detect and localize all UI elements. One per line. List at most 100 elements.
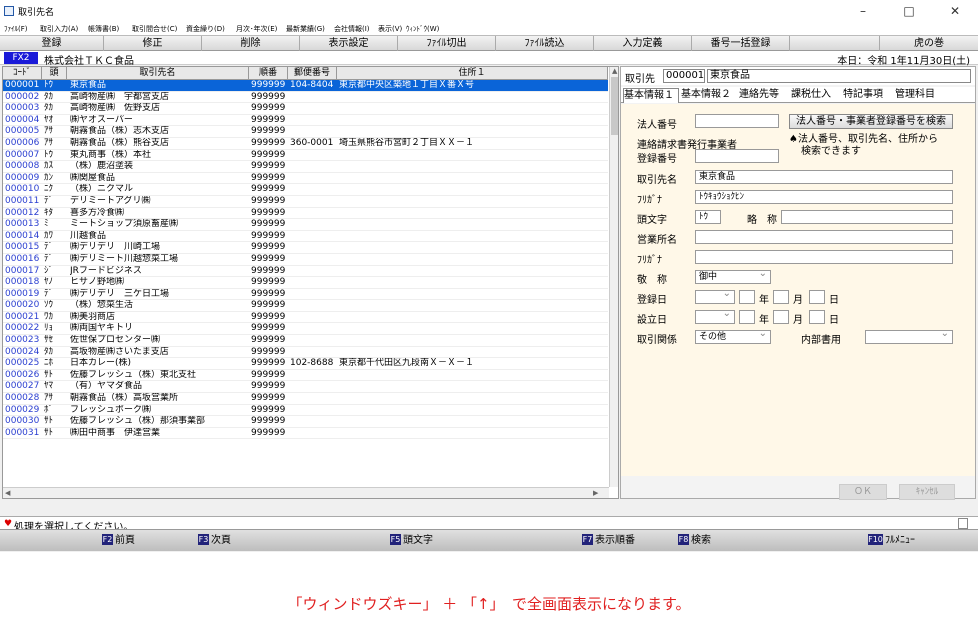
scroll-right-icon[interactable]: ▶ <box>593 489 598 497</box>
table-row[interactable]: 000024 ﾀｶ 高坂物産㈱さいたま支店 999999 <box>3 347 608 359</box>
table-row[interactable]: 000031 ｻﾄ ㈱田中商事 伊達営業 999999 <box>3 428 608 440</box>
tab-basic-info-1[interactable]: 基本情報１ <box>623 88 679 103</box>
initial-input[interactable]: ﾄｳ <box>695 210 721 224</box>
branch-name-input[interactable] <box>695 230 953 244</box>
table-row[interactable]: 000021 ﾜｶ ㈱美羽商店 999999 <box>3 312 608 324</box>
established-era-select[interactable] <box>695 310 735 324</box>
delete-button[interactable]: 削除 <box>202 36 300 51</box>
table-row[interactable]: 000003 ﾀｶ 高崎物産㈱ 佐野支店 999999 <box>3 103 608 115</box>
short-name-input[interactable] <box>781 210 953 224</box>
edit-button[interactable]: 修正 <box>104 36 202 51</box>
registration-day-input[interactable] <box>809 290 825 304</box>
ok-button[interactable]: ＯＫ <box>839 484 887 500</box>
tab-basic-info-2[interactable]: 基本情報２ <box>681 88 737 103</box>
tab-contacts[interactable]: 連絡先等 <box>739 88 789 103</box>
table-row[interactable]: 000025 ﾆﾎ 日本カレー(株) 999999 102-8688 東京都千代田区九段南… <box>3 358 608 370</box>
client-name-input[interactable]: 東京食品 <box>695 170 953 184</box>
menu-performance[interactable]: 最新業績(G) <box>286 24 325 34</box>
tab-special-notes[interactable]: 特記事項 <box>843 88 893 103</box>
table-row[interactable]: 000005 ｱｻ 朝霧食品（株）志木支店 999999 <box>3 126 608 138</box>
column-header-name[interactable]: 取引先名 <box>67 67 249 80</box>
established-month-input[interactable] <box>773 310 789 324</box>
minimize-button[interactable]: – <box>848 2 878 20</box>
detail-code-field[interactable]: 000001 <box>663 69 705 83</box>
table-row[interactable]: 000001 ﾄｳ 東京食品 999999 104-8404 東京都中央区築地１丁目Ｘ番Ｘ… <box>3 80 608 92</box>
grid-vertical-scrollbar[interactable]: ▲ <box>609 67 618 487</box>
table-row[interactable]: 000012 ｷﾀ 喜多方冷食㈱ 999999 <box>3 208 608 220</box>
f2-prev-page-button[interactable]: F2 前頁 <box>102 533 135 548</box>
menu-cashflow[interactable]: 資金繰り(D) <box>186 24 225 34</box>
display-settings-button[interactable]: 表示設定 <box>300 36 398 51</box>
close-button[interactable]: ✕ <box>940 2 970 20</box>
menu-file[interactable]: ﾌｧｲﾙ(F) <box>4 24 28 34</box>
scroll-up-icon[interactable]: ▲ <box>612 67 617 75</box>
tab-management-items[interactable]: 管理科目 <box>895 88 951 103</box>
table-row[interactable]: 000008 ｶｽ （株）鹿沼塗装 999999 <box>3 161 608 173</box>
f10-full-menu-button[interactable]: F10 ﾌﾙﾒﾆｭｰ <box>868 533 915 548</box>
table-row[interactable]: 000023 ｻｾ 佐世保プロセンター㈱ 999999 <box>3 335 608 347</box>
table-row[interactable]: 000019 ﾃﾞ ㈱デリデリ 三ケ日工場 999999 <box>3 289 608 301</box>
column-header-zip[interactable]: 郵便番号 <box>288 67 337 80</box>
toolbar-blank-button[interactable] <box>790 36 880 51</box>
internal-use-select[interactable] <box>865 330 953 344</box>
file-export-button[interactable]: ﾌｧｲﾙ切出 <box>398 36 496 51</box>
menu-window[interactable]: ｳｨﾝﾄﾞｳ(W) <box>406 24 439 34</box>
table-row[interactable]: 000028 ｱｻ 朝霧食品（株）高坂営業所 999999 <box>3 393 608 405</box>
f5-initial-button[interactable]: F5 頭文字 <box>390 533 433 548</box>
table-row[interactable]: 000027 ﾔﾏ （有）ヤマダ食品 999999 <box>3 381 608 394</box>
menu-entry[interactable]: 取引入力(A) <box>40 24 78 34</box>
tab-taxable-purchase[interactable]: 課税仕入 <box>791 88 841 103</box>
table-row[interactable]: 000020 ｿｳ （株）惣菜生活 999999 <box>3 300 608 312</box>
table-row[interactable]: 000030 ｻﾄ 佐藤フレッシュ（株）那須事業部 999999 <box>3 416 608 428</box>
menu-monthly[interactable]: 月次･年次(E) <box>236 24 277 34</box>
menu-view[interactable]: 表示(V) <box>378 24 402 34</box>
established-year-input[interactable] <box>739 310 755 324</box>
register-button[interactable]: 登録 <box>0 36 104 51</box>
grid-horizontal-scrollbar[interactable]: ◀ ▶ <box>3 487 609 498</box>
kana-input[interactable]: ﾄｳｷｮｳｼｮｸﾋﾝ <box>695 190 953 204</box>
file-import-button[interactable]: ﾌｧｲﾙ読込 <box>496 36 594 51</box>
cancel-button[interactable]: ｷｬﾝｾﾙ <box>899 484 955 500</box>
f8-search-button[interactable]: F8 検索 <box>678 533 711 548</box>
registration-era-select[interactable] <box>695 290 735 304</box>
f7-display-order-button[interactable]: F7 表示順番 <box>582 533 635 548</box>
bulk-number-register-button[interactable]: 番号一括登録 <box>692 36 790 51</box>
column-header-initial[interactable]: 頭 <box>42 67 67 80</box>
column-header-order[interactable]: 順番 <box>249 67 288 80</box>
relationship-select[interactable]: その他 <box>695 330 771 344</box>
table-row[interactable]: 000013 ﾐ ミートショップ須原畜産㈱ 999999 <box>3 219 608 231</box>
input-definition-button[interactable]: 入力定義 <box>594 36 692 51</box>
table-row[interactable]: 000022 ﾘｮ ㈱両国ヤキトリ 999999 <box>3 323 608 336</box>
corp-no-search-button[interactable]: 法人番号・事業者登録番号を検索 <box>789 114 953 129</box>
registration-month-input[interactable] <box>773 290 789 304</box>
table-row[interactable]: 000002 ﾀｶ 高崎物産㈱ 宇都宮支店 999999 <box>3 92 608 104</box>
column-header-address[interactable]: 住所１ <box>337 67 608 80</box>
established-day-input[interactable] <box>809 310 825 324</box>
scroll-left-icon[interactable]: ◀ <box>5 489 10 497</box>
table-row[interactable]: 000026 ｻﾄ 佐藤フレッシュ（株）東北支社 999999 <box>3 370 608 382</box>
table-row[interactable]: 000010 ﾆｸ （株）ニクマル 999999 <box>3 184 608 196</box>
table-row[interactable]: 000011 ﾃﾞ デリミートアグリ㈱ 999999 <box>3 196 608 208</box>
table-row[interactable]: 000014 ｶﾜ 川越食品 999999 <box>3 231 608 243</box>
registration-no-input[interactable] <box>695 149 779 163</box>
corp-no-input[interactable] <box>695 114 779 128</box>
table-row[interactable]: 000029 ﾎﾞ フレッシュポーク㈱ 999999 <box>3 405 608 417</box>
menu-books[interactable]: 帳簿書(B) <box>88 24 119 34</box>
table-row[interactable]: 000004 ﾔｵ ㈱ヤオスーパー 999999 <box>3 115 608 127</box>
detail-name-field[interactable]: 東京食品 <box>707 69 971 83</box>
menu-company[interactable]: 会社情報(I) <box>334 24 370 34</box>
menu-inquiry[interactable]: 取引間合せ(C) <box>132 24 177 34</box>
scroll-thumb[interactable] <box>611 77 618 135</box>
honorific-select[interactable]: 御中 <box>695 270 771 284</box>
table-row[interactable]: 000015 ﾃﾞ ㈱デリデリ 川崎工場 999999 <box>3 242 608 254</box>
registration-year-input[interactable] <box>739 290 755 304</box>
branch-kana-input[interactable] <box>695 250 953 264</box>
table-row[interactable]: 000007 ﾄｳ 東丸商事（株）本社 999999 <box>3 150 608 162</box>
table-row[interactable]: 000006 ｱｻ 朝霧食品（株）熊谷支店 999999 360-0001 埼玉県熊谷市宮… <box>3 138 608 150</box>
maximize-button[interactable]: □ <box>894 2 924 20</box>
table-row[interactable]: 000009 ｶﾝ ㈱関屋食品 999999 <box>3 173 608 185</box>
tips-button[interactable]: 虎の巻 <box>880 36 978 51</box>
table-row[interactable]: 000017 ｼﾞ JRフードビジネス 999999 <box>3 266 608 278</box>
table-row[interactable]: 000016 ﾃﾞ ㈱デリミート川越惣菜工場 999999 <box>3 254 608 266</box>
table-row[interactable]: 000018 ﾔﾉ ヒサノ野地㈱ 999999 <box>3 277 608 289</box>
